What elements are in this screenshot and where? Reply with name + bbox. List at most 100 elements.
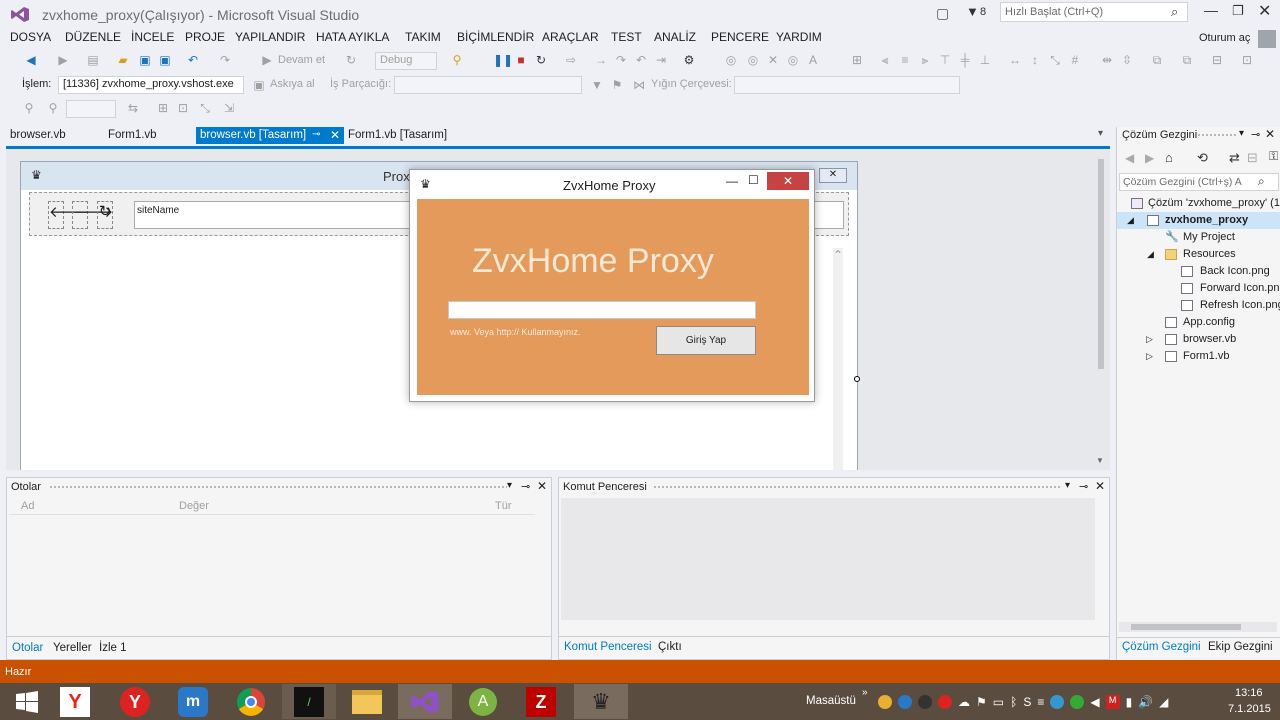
mcafee-icon[interactable]: M: [1105, 695, 1120, 709]
bookmark-next-icon[interactable]: ✕: [766, 53, 780, 67]
process-select[interactable]: [11336] zvxhome_proxy.vshost.exe: [58, 76, 244, 94]
tab-browser-vb[interactable]: browser.vb: [6, 127, 70, 144]
menu-analyze[interactable]: ANALİZ: [654, 30, 696, 44]
threads-icon[interactable]: ⋈: [632, 78, 646, 92]
tab-order-icon[interactable]: ⊟: [1210, 53, 1224, 67]
tray-app-icon-5[interactable]: [1050, 695, 1065, 709]
fit-icon[interactable]: ⊡: [176, 101, 190, 115]
tab-overflow-icon[interactable]: ▾: [1098, 128, 1103, 139]
running-app-window[interactable]: ♛ ZvxHome Proxy — ☐ ✕ ZvxHome Proxy www.…: [409, 169, 815, 402]
panel-close-icon[interactable]: ✕: [537, 479, 547, 493]
select-icon[interactable]: ⊞: [156, 101, 170, 115]
url-input[interactable]: [448, 301, 756, 319]
save-icon[interactable]: ▣: [138, 53, 152, 67]
hex-icon[interactable]: ⚙: [682, 53, 696, 67]
designed-forward-icon[interactable]: 🡒: [72, 201, 113, 229]
config-select[interactable]: Debug: [375, 52, 437, 70]
redo-icon[interactable]: ↷: [218, 53, 232, 67]
account-avatar[interactable]: [1258, 30, 1276, 48]
find-icon[interactable]: ⚲: [450, 53, 464, 67]
restart-icon[interactable]: ↻: [534, 53, 548, 67]
tray-app-icon-1[interactable]: [878, 695, 892, 709]
se-hscrollbar[interactable]: [1119, 622, 1277, 632]
tab-browser-design[interactable]: browser.vb [Tasarım] ⊸ ✕: [196, 127, 344, 144]
forward-nav-icon[interactable]: ▶: [56, 53, 70, 67]
tray-app-icon-6[interactable]: [1070, 695, 1085, 709]
designer-scroll-thumb[interactable]: [1098, 159, 1104, 369]
stack-frame-select[interactable]: [734, 76, 960, 94]
taskbar-zvxhome-proxy[interactable]: ♛: [574, 684, 628, 719]
pause-icon[interactable]: ❚❚: [493, 53, 513, 67]
taskbar-visual-studio[interactable]: [398, 684, 452, 719]
tab-autos[interactable]: Otolar: [12, 642, 43, 654]
login-button[interactable]: Giriş Yap: [656, 326, 756, 355]
menu-view[interactable]: İNCELE: [131, 30, 174, 44]
same-size-icon[interactable]: ⤡: [1048, 53, 1062, 67]
bookmark-icon[interactable]: ◎: [724, 53, 738, 67]
zoom-in-icon[interactable]: ⚲: [22, 101, 36, 115]
se-refresh-icon[interactable]: ⇄: [1229, 150, 1240, 166]
pan-icon[interactable]: ⇆: [126, 101, 140, 115]
tab-solution-explorer[interactable]: Çözüm Gezgini: [1122, 641, 1201, 653]
tab-form1-vb[interactable]: Form1.vb: [104, 127, 161, 144]
cloud-icon[interactable]: ☁: [958, 695, 970, 709]
align-top-icon[interactable]: ⊤: [938, 53, 952, 67]
menu-tools[interactable]: ARAÇLAR: [542, 30, 599, 44]
align-left-icon[interactable]: ⫷: [878, 53, 892, 67]
designer-scroll-down-icon[interactable]: ▼: [1096, 456, 1104, 465]
tree-item-app-config[interactable]: App.config: [1117, 314, 1280, 331]
se-collapse-icon[interactable]: ⊟: [1247, 150, 1258, 166]
se-back-icon[interactable]: ◀: [1125, 151, 1134, 165]
resize-handle[interactable]: [854, 376, 860, 382]
app-maximize-button[interactable]: ☐: [748, 173, 759, 187]
layout-icon[interactable]: ⊞: [850, 53, 864, 67]
tab-watch1[interactable]: İzle 1: [99, 642, 127, 654]
taskbar-chrome[interactable]: [224, 684, 278, 719]
step-into-icon[interactable]: →: [594, 53, 608, 67]
menu-edit[interactable]: DÜZENLE: [65, 30, 121, 44]
col-name[interactable]: Ad: [21, 500, 34, 512]
command-input-area[interactable]: [561, 498, 1095, 620]
v-spacing-icon[interactable]: ⇳: [1120, 53, 1134, 67]
undo-icon[interactable]: ↶: [186, 53, 200, 67]
search-icon[interactable]: ⌕: [1171, 4, 1178, 20]
expander-icon[interactable]: ▷: [1146, 348, 1153, 365]
bookmark-prev-icon[interactable]: ◎: [746, 53, 760, 67]
tree-item-forward-icon[interactable]: Forward Icon.png: [1117, 280, 1280, 297]
col-value[interactable]: Değer: [179, 500, 209, 512]
h-spacing-icon[interactable]: ⇹: [1100, 53, 1114, 67]
format-icon[interactable]: A: [806, 53, 820, 67]
battery-icon[interactable]: ▮: [1126, 695, 1133, 709]
clock-time[interactable]: 13:16: [1235, 687, 1263, 699]
tab-form1-design[interactable]: Form1.vb [Tasarım]: [344, 127, 451, 144]
save-all-icon[interactable]: ▣: [158, 53, 172, 67]
col-type[interactable]: Tür: [495, 500, 512, 512]
same-width-icon[interactable]: ↔: [1008, 53, 1022, 67]
tree-item-resources[interactable]: ◢ Resources: [1117, 246, 1280, 263]
notifications-icon[interactable]: ▼: [966, 4, 979, 19]
back-nav-icon[interactable]: ◀: [24, 53, 38, 67]
desktop-toolbar-label[interactable]: Masaüstü: [806, 695, 856, 707]
designed-refresh-icon[interactable]: ↻: [97, 201, 113, 229]
continue-icon[interactable]: ▶: [260, 53, 274, 67]
size-icon[interactable]: ⤡: [198, 101, 212, 115]
expander-icon[interactable]: ◢: [1127, 212, 1134, 229]
tree-item-browser-vb[interactable]: ▷ browser.vb: [1117, 331, 1280, 348]
menu-window[interactable]: PENCERE: [711, 30, 769, 44]
flag-icon[interactable]: ⚑: [976, 695, 987, 709]
tree-item-project[interactable]: ◢ zvxhome_proxy: [1117, 212, 1280, 229]
se-forward-icon[interactable]: ▶: [1145, 151, 1154, 165]
step-icon[interactable]: ⇥: [654, 53, 668, 67]
tree-item-form1-vb[interactable]: ▷ Form1.vb: [1117, 348, 1280, 365]
open-file-icon[interactable]: ▰: [116, 53, 130, 67]
suspend-icon[interactable]: ▣: [252, 78, 266, 92]
bookmark-clear-icon[interactable]: ◎: [786, 53, 800, 67]
step-over-icon[interactable]: ↷: [614, 53, 628, 67]
taskbar-explorer[interactable]: [340, 684, 394, 719]
tray-app-icon-2[interactable]: [898, 695, 912, 709]
tree-item-refresh-icon[interactable]: Refresh Icon.png: [1117, 297, 1280, 314]
bring-front-icon[interactable]: ⧉: [1150, 53, 1164, 67]
panel-pin-icon[interactable]: ⊸: [1251, 128, 1260, 141]
tab-team-explorer[interactable]: Ekip Gezgini: [1208, 641, 1273, 653]
se-hscroll-thumb[interactable]: [1131, 624, 1241, 630]
